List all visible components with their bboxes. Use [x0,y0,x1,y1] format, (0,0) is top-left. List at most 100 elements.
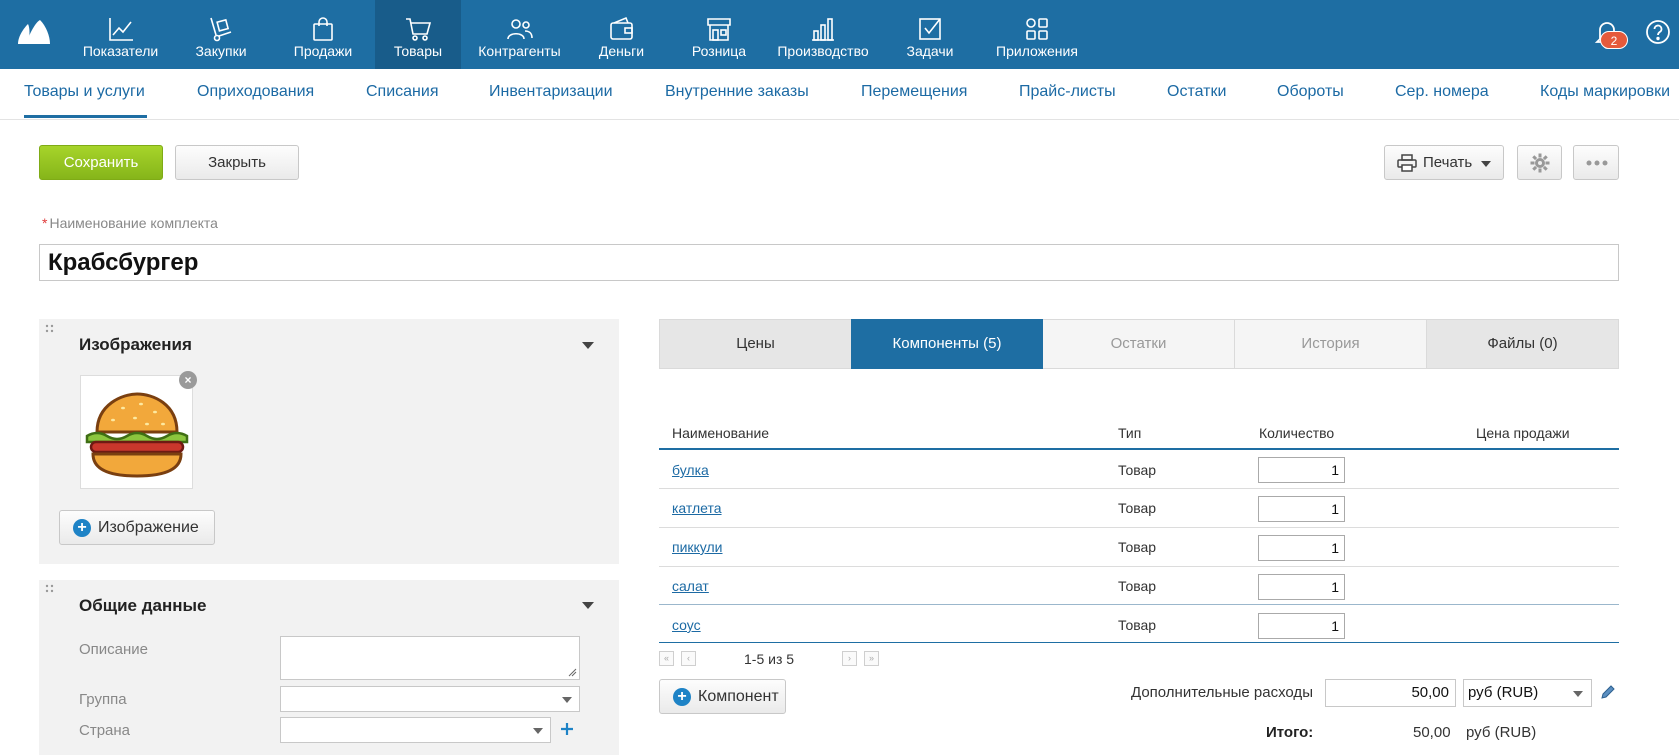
add-country-icon[interactable] [560,722,574,736]
nav-item-tasks[interactable]: Задачи [882,0,978,69]
component-type: Товар [1118,539,1157,555]
chevron-down-icon [533,728,543,734]
subnav-write-offs[interactable]: Списания [366,83,439,101]
component-link[interactable]: соус [672,617,701,633]
subnav-internal-orders[interactable]: Внутренние заказы [665,83,809,101]
print-button[interactable]: Печать [1384,145,1504,180]
general-panel-title: Общие данные [79,596,207,615]
subnav-receipts[interactable]: Оприходования [197,83,314,101]
currency-select[interactable]: руб (RUB) [1463,679,1592,707]
nav-item-apps[interactable]: Приложения [987,0,1087,69]
subnav-inventory[interactable]: Инвентаризации [489,83,613,101]
name-field-label: * Наименование комплекта [42,215,218,231]
help-icon[interactable] [1645,19,1671,45]
plus-icon: + [73,519,91,537]
row-divider [659,527,1619,528]
chevron-down-icon [1481,161,1491,167]
prev-page-icon[interactable]: ‹ [681,651,696,666]
description-label: Описание [79,641,149,658]
subnav-turnover[interactable]: Обороты [1277,83,1344,101]
tab-files[interactable]: Файлы (0) [1426,320,1618,368]
component-type: Товар [1118,578,1157,594]
table-bottom-border [659,642,1619,643]
nav-item-retail[interactable]: Розница [673,0,765,69]
last-page-icon[interactable]: » [864,651,879,666]
component-type: Товар [1118,500,1157,516]
total-currency: руб (RUB) [1466,724,1537,741]
nav-item-indicators[interactable]: Показатели [70,0,171,69]
add-image-button[interactable]: + Изображение [59,510,215,545]
component-type: Товар [1118,617,1157,633]
subnav-transfers[interactable]: Перемещения [861,83,967,101]
country-select[interactable] [280,717,551,743]
subnav-serial-numbers[interactable]: Сер. номера [1395,83,1489,101]
collapse-caret-icon[interactable] [582,342,594,349]
component-link[interactable]: катлета [672,500,722,516]
component-link[interactable]: булка [672,462,709,478]
quantity-input[interactable]: 1 [1258,457,1345,483]
subnav-marking-codes[interactable]: Коды маркировки [1540,83,1670,101]
nav-item-purchases[interactable]: Закупки [171,0,271,69]
nav-label: Деньги [598,43,645,59]
row-divider [659,566,1619,567]
group-select[interactable] [280,686,580,712]
component-type: Товар [1118,462,1157,478]
save-button[interactable]: Сохранить [39,145,163,180]
pencil-icon[interactable] [1600,684,1616,700]
nav-item-production[interactable]: Производство [773,0,873,69]
tab-prices[interactable]: Цены [660,320,851,368]
nav-item-goods[interactable]: Товары [375,0,461,69]
subnav-stock[interactable]: Остатки [1167,83,1226,101]
column-header-name[interactable]: Наименование [672,425,769,441]
close-button[interactable]: Закрыть [175,145,299,180]
component-link[interactable]: пиккули [672,539,723,555]
subnav-price-lists[interactable]: Прайс-листы [1019,83,1116,101]
currency-value: руб (RUB) [1468,684,1539,701]
column-header-quantity[interactable]: Количество [1259,425,1334,441]
nav-item-money[interactable]: Деньги [570,0,673,69]
remove-image-icon[interactable]: × [179,371,197,389]
country-label: Страна [79,722,131,739]
next-page-icon[interactable]: › [842,651,857,666]
kit-name-input[interactable]: Крабсбургер [39,244,1619,281]
extra-costs-input[interactable]: 50,00 [1325,679,1456,707]
quantity-input[interactable]: 1 [1258,535,1345,561]
column-header-sale-price[interactable]: Цена продажи [1476,425,1570,441]
collapse-caret-icon[interactable] [582,602,594,609]
column-header-type[interactable]: Тип [1118,425,1141,441]
nav-label: Розница [691,43,747,59]
add-component-button[interactable]: + Компонент [659,679,786,714]
chart-line-icon [108,18,133,41]
description-input[interactable] [280,636,580,680]
group-label: Группа [79,691,127,708]
settings-button[interactable] [1517,145,1562,180]
total-label: Итого: [1266,724,1314,741]
resize-handle-icon[interactable] [568,668,577,677]
product-image[interactable] [80,375,193,489]
more-dots-icon [1586,160,1608,166]
nav-label: Показатели [82,43,159,59]
gear-icon [1530,153,1550,173]
nav-label: Приложения [996,43,1078,59]
printer-icon [1397,154,1417,172]
tab-stock[interactable]: Остатки [1043,320,1234,368]
more-button[interactable] [1573,145,1619,180]
notification-badge[interactable]: 2 [1600,31,1628,49]
first-page-icon[interactable]: « [659,651,674,666]
subnav-goods-services[interactable]: Товары и услуги [24,83,145,101]
quantity-input[interactable]: 1 [1258,496,1345,522]
nav-item-sales[interactable]: Продажи [271,0,375,69]
hand-truck-icon [210,17,232,42]
logo-icon[interactable] [16,18,52,46]
drag-handle-icon[interactable] [45,584,55,594]
row-divider [659,488,1619,489]
quantity-input[interactable]: 1 [1258,613,1345,639]
tab-history[interactable]: История [1234,320,1426,368]
store-icon [707,18,731,41]
factory-icon [812,18,834,41]
component-link[interactable]: салат [672,578,709,594]
tab-components[interactable]: Компоненты (5) [851,319,1043,369]
drag-handle-icon[interactable] [45,324,55,334]
quantity-input[interactable]: 1 [1258,574,1345,600]
nav-item-counterparties[interactable]: Контрагенты [469,0,570,69]
